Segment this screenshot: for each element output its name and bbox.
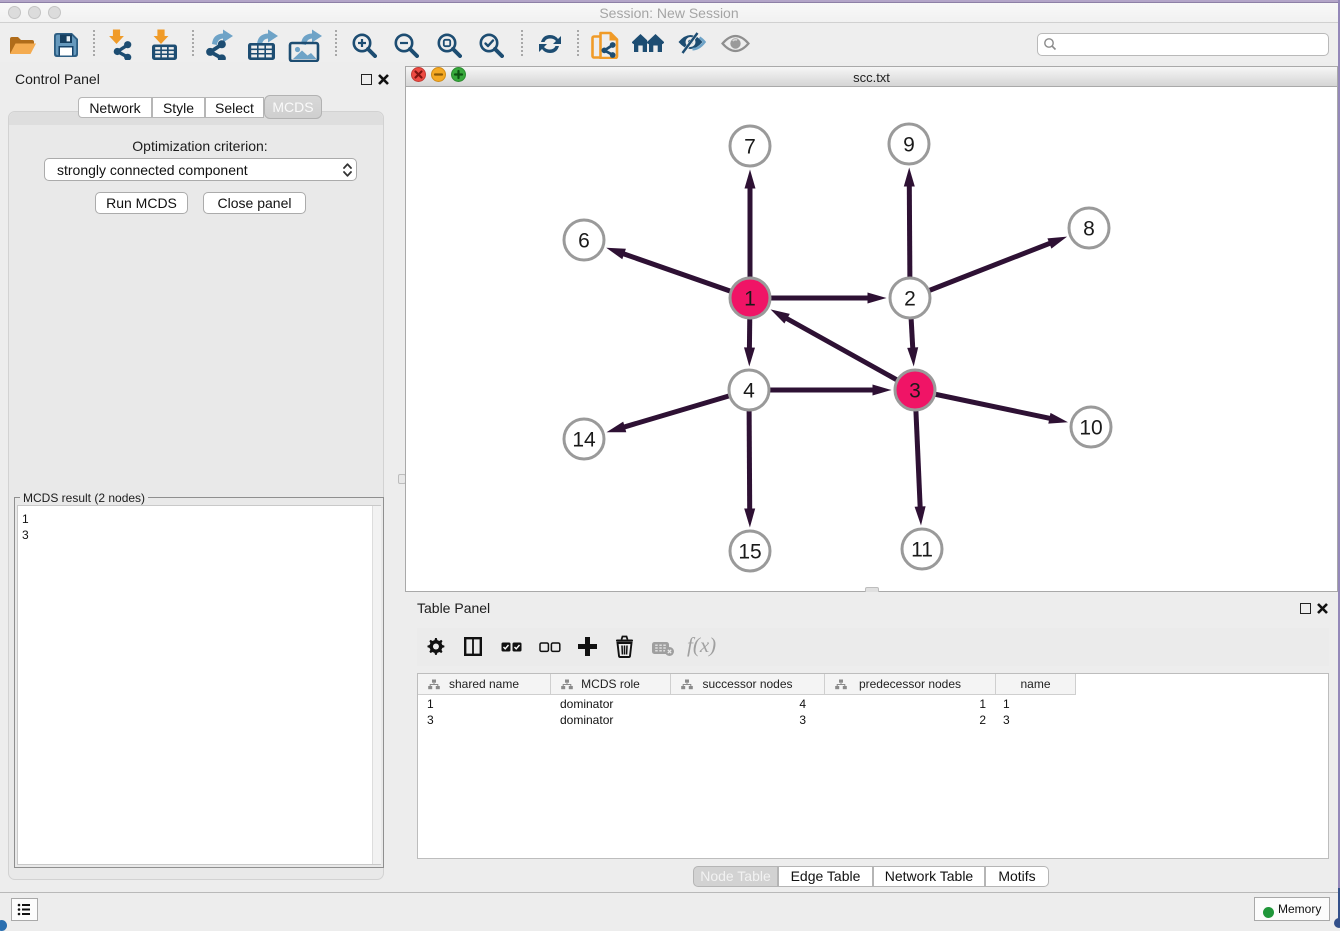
svg-text:2: 2 <box>904 288 916 311</box>
svg-text:8: 8 <box>1083 218 1095 241</box>
svg-text:4: 4 <box>743 380 755 403</box>
svg-text:10: 10 <box>1079 417 1102 440</box>
svg-text:7: 7 <box>744 136 756 159</box>
svg-text:6: 6 <box>578 230 590 253</box>
svg-text:15: 15 <box>738 541 761 564</box>
svg-text:3: 3 <box>909 380 921 403</box>
svg-text:9: 9 <box>903 134 915 157</box>
svg-text:14: 14 <box>572 429 596 452</box>
svg-text:11: 11 <box>911 539 933 562</box>
svg-text:1: 1 <box>744 288 756 311</box>
